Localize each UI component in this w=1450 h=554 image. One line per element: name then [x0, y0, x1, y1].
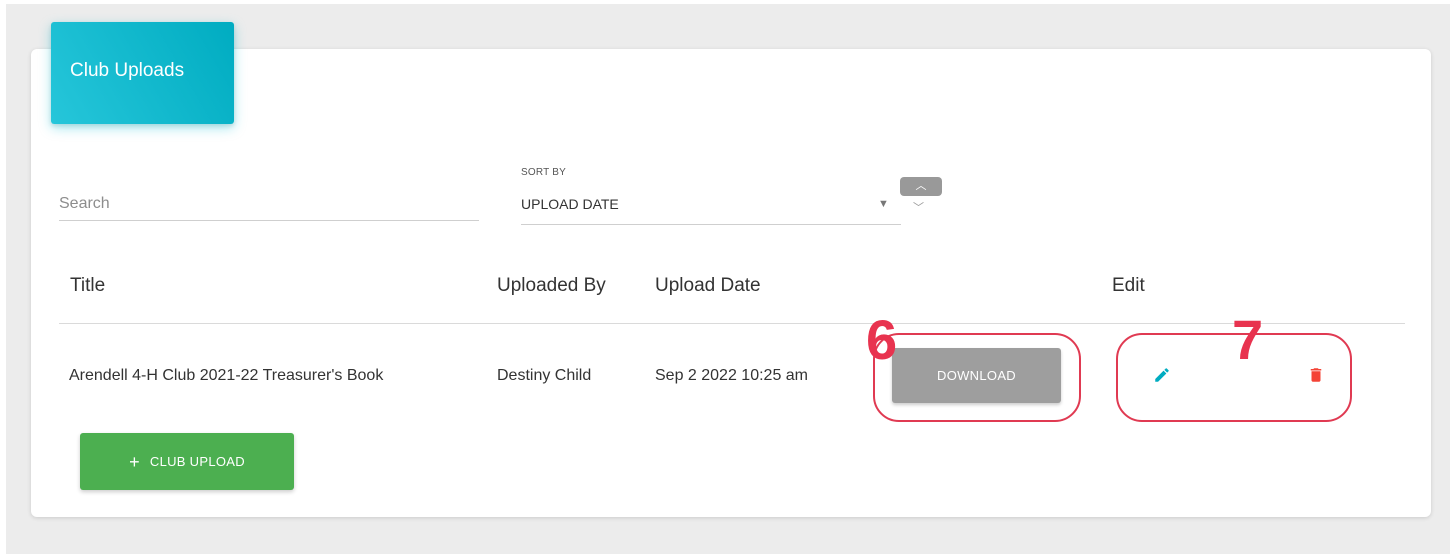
caret-down-icon: ▼: [878, 198, 889, 210]
search-field: [59, 190, 479, 221]
sort-ascending-button[interactable]: ︿: [900, 177, 942, 196]
card-header: Club Uploads: [51, 22, 234, 124]
add-club-upload-button[interactable]: + CLUB UPLOAD: [80, 433, 294, 490]
plus-icon: +: [129, 451, 140, 472]
column-header-uploaded-by: Uploaded By: [497, 275, 606, 296]
sort-by-label: SORT BY: [521, 167, 566, 178]
sort-select-value: UPLOAD DATE: [521, 196, 619, 212]
table-header-divider: [59, 323, 1405, 324]
card-title: Club Uploads: [70, 60, 185, 81]
row-uploaded-by: Destiny Child: [497, 367, 592, 384]
column-header-title: Title: [70, 275, 106, 296]
callout-number-7: 7: [1232, 308, 1264, 371]
download-callout-outline: [873, 333, 1081, 422]
chevron-up-icon: ︿: [915, 180, 927, 192]
search-input[interactable]: [59, 190, 479, 218]
row-title: Arendell 4-H Club 2021-22 Treasurer's Bo…: [69, 367, 384, 384]
sort-descending-button[interactable]: ﹀: [913, 199, 924, 215]
chevron-down-icon: ﹀: [913, 202, 924, 214]
column-header-upload-date: Upload Date: [655, 275, 761, 296]
column-header-edit: Edit: [1112, 275, 1145, 296]
add-club-upload-label: CLUB UPLOAD: [149, 454, 245, 469]
sort-select[interactable]: UPLOAD DATE ▼: [521, 188, 901, 225]
row-upload-date: Sep 2 2022 10:25 am: [655, 367, 809, 384]
callout-number-6: 6: [866, 308, 898, 371]
